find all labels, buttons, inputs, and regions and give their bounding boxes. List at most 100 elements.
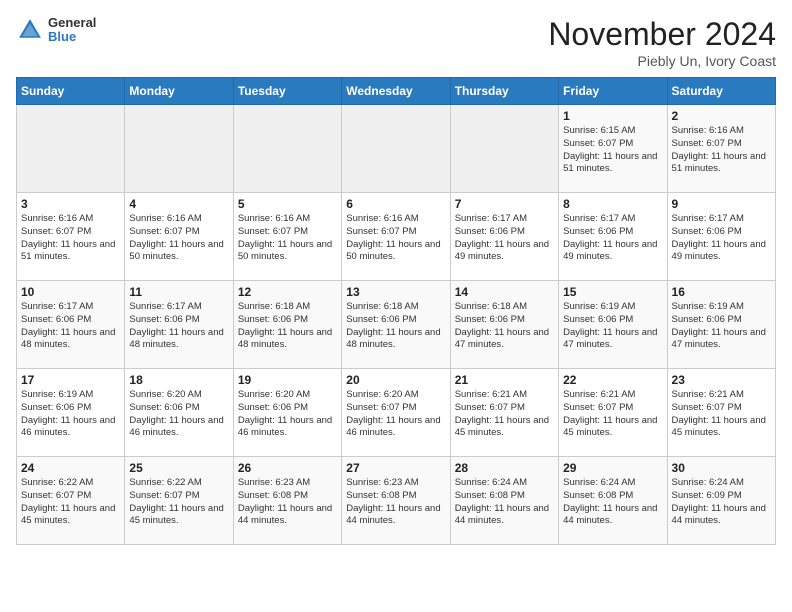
calendar-cell: 19Sunrise: 6:20 AM Sunset: 6:06 PM Dayli… <box>233 369 341 457</box>
weekday-header-saturday: Saturday <box>667 78 775 105</box>
day-info: Sunrise: 6:22 AM Sunset: 6:07 PM Dayligh… <box>129 477 228 528</box>
day-info: Sunrise: 6:15 AM Sunset: 6:07 PM Dayligh… <box>563 125 662 176</box>
calendar-cell: 3Sunrise: 6:16 AM Sunset: 6:07 PM Daylig… <box>17 193 125 281</box>
page-header: General Blue November 2024 Piebly Un, Iv… <box>16 16 776 69</box>
day-info: Sunrise: 6:17 AM Sunset: 6:06 PM Dayligh… <box>563 213 662 264</box>
calendar-cell: 9Sunrise: 6:17 AM Sunset: 6:06 PM Daylig… <box>667 193 775 281</box>
logo-general: General <box>48 16 96 30</box>
calendar-cell: 18 Sunrise: 6:20 AM Sunset: 6:06 PM Dayli… <box>125 369 233 457</box>
calendar-cell: 15 Sunrise: 6:19 AM Sunset: 6:06 PM Dayli… <box>559 281 667 369</box>
day-info: Sunrise: 6:24 AM Sunset: 6:08 PM Dayligh… <box>455 477 554 528</box>
calendar-week-row: 1 Sunrise: 6:15 AM Sunset: 6:07 PM Daylig… <box>17 105 776 193</box>
day-number: 1 <box>563 109 662 123</box>
day-number: 17 <box>21 373 120 387</box>
calendar-week-row: 24 Sunrise: 6:22 AM Sunset: 6:07 PM Dayli… <box>17 457 776 545</box>
day-info: Sunrise: 6:19 AM Sunset: 6:06 PM Dayligh… <box>21 389 120 440</box>
calendar-week-row: 3Sunrise: 6:16 AM Sunset: 6:07 PM Daylig… <box>17 193 776 281</box>
day-number: 26 <box>238 461 337 475</box>
day-number: 5 <box>238 197 337 211</box>
calendar-cell: 5 Sunrise: 6:16 AM Sunset: 6:07 PM Daylig… <box>233 193 341 281</box>
day-number: 27 <box>346 461 445 475</box>
day-info: Sunrise: 6:17 AM Sunset: 6:06 PM Dayligh… <box>21 301 120 352</box>
calendar-cell: 30 Sunrise: 6:24 AM Sunset: 6:09 PM Dayli… <box>667 457 775 545</box>
calendar-cell: 11 Sunrise: 6:17 AM Sunset: 6:06 PM Dayli… <box>125 281 233 369</box>
calendar-cell <box>342 105 450 193</box>
day-number: 22 <box>563 373 662 387</box>
day-number: 25 <box>129 461 228 475</box>
day-info: Sunrise: 6:18 AM Sunset: 6:06 PM Dayligh… <box>455 301 554 352</box>
day-info: Sunrise: 6:21 AM Sunset: 6:07 PM Dayligh… <box>672 389 771 440</box>
day-info: Sunrise: 6:16 AM Sunset: 6:07 PM Dayligh… <box>672 125 771 176</box>
logo: General Blue <box>16 16 96 45</box>
day-number: 20 <box>346 373 445 387</box>
calendar-cell: 21Sunrise: 6:21 AM Sunset: 6:07 PM Dayli… <box>450 369 558 457</box>
weekday-header-tuesday: Tuesday <box>233 78 341 105</box>
calendar-body: 1 Sunrise: 6:15 AM Sunset: 6:07 PM Daylig… <box>17 105 776 545</box>
calendar-cell: 7Sunrise: 6:17 AM Sunset: 6:06 PM Daylig… <box>450 193 558 281</box>
day-number: 19 <box>238 373 337 387</box>
day-info: Sunrise: 6:16 AM Sunset: 6:07 PM Dayligh… <box>346 213 445 264</box>
weekday-header-thursday: Thursday <box>450 78 558 105</box>
day-number: 16 <box>672 285 771 299</box>
day-number: 21 <box>455 373 554 387</box>
day-number: 15 <box>563 285 662 299</box>
calendar-cell: 26Sunrise: 6:23 AM Sunset: 6:08 PM Dayli… <box>233 457 341 545</box>
calendar-cell: 14 Sunrise: 6:18 AM Sunset: 6:06 PM Dayli… <box>450 281 558 369</box>
calendar-week-row: 17 Sunrise: 6:19 AM Sunset: 6:06 PM Dayli… <box>17 369 776 457</box>
calendar-cell: 29Sunrise: 6:24 AM Sunset: 6:08 PM Dayli… <box>559 457 667 545</box>
calendar-cell: 23Sunrise: 6:21 AM Sunset: 6:07 PM Dayli… <box>667 369 775 457</box>
calendar-cell <box>125 105 233 193</box>
day-number: 10 <box>21 285 120 299</box>
day-number: 8 <box>563 197 662 211</box>
logo-icon <box>16 16 44 44</box>
calendar-cell: 28 Sunrise: 6:24 AM Sunset: 6:08 PM Dayli… <box>450 457 558 545</box>
calendar-cell <box>233 105 341 193</box>
calendar-cell: 16Sunrise: 6:19 AM Sunset: 6:06 PM Dayli… <box>667 281 775 369</box>
weekday-header-wednesday: Wednesday <box>342 78 450 105</box>
calendar-cell: 20Sunrise: 6:20 AM Sunset: 6:07 PM Dayli… <box>342 369 450 457</box>
month-title: November 2024 <box>548 16 776 53</box>
calendar-cell: 4 Sunrise: 6:16 AM Sunset: 6:07 PM Daylig… <box>125 193 233 281</box>
day-info: Sunrise: 6:16 AM Sunset: 6:07 PM Dayligh… <box>238 213 337 264</box>
day-info: Sunrise: 6:23 AM Sunset: 6:08 PM Dayligh… <box>346 477 445 528</box>
calendar-cell: 6 Sunrise: 6:16 AM Sunset: 6:07 PM Daylig… <box>342 193 450 281</box>
day-number: 14 <box>455 285 554 299</box>
day-number: 13 <box>346 285 445 299</box>
day-info: Sunrise: 6:24 AM Sunset: 6:09 PM Dayligh… <box>672 477 771 528</box>
calendar-cell: 17 Sunrise: 6:19 AM Sunset: 6:06 PM Dayli… <box>17 369 125 457</box>
day-info: Sunrise: 6:17 AM Sunset: 6:06 PM Dayligh… <box>455 213 554 264</box>
calendar-cell <box>17 105 125 193</box>
weekday-header-friday: Friday <box>559 78 667 105</box>
day-info: Sunrise: 6:16 AM Sunset: 6:07 PM Dayligh… <box>129 213 228 264</box>
calendar-cell: 1 Sunrise: 6:15 AM Sunset: 6:07 PM Daylig… <box>559 105 667 193</box>
title-block: November 2024 Piebly Un, Ivory Coast <box>548 16 776 69</box>
calendar-cell <box>450 105 558 193</box>
location-subtitle: Piebly Un, Ivory Coast <box>548 53 776 69</box>
day-info: Sunrise: 6:17 AM Sunset: 6:06 PM Dayligh… <box>129 301 228 352</box>
weekday-header-sunday: Sunday <box>17 78 125 105</box>
day-number: 4 <box>129 197 228 211</box>
calendar-table: SundayMondayTuesdayWednesdayThursdayFrid… <box>16 77 776 545</box>
logo-blue: Blue <box>48 30 96 44</box>
logo-text: General Blue <box>48 16 96 45</box>
calendar-cell: 12Sunrise: 6:18 AM Sunset: 6:06 PM Dayli… <box>233 281 341 369</box>
day-info: Sunrise: 6:22 AM Sunset: 6:07 PM Dayligh… <box>21 477 120 528</box>
day-info: Sunrise: 6:19 AM Sunset: 6:06 PM Dayligh… <box>563 301 662 352</box>
day-number: 28 <box>455 461 554 475</box>
calendar-cell: 22 Sunrise: 6:21 AM Sunset: 6:07 PM Dayli… <box>559 369 667 457</box>
day-info: Sunrise: 6:16 AM Sunset: 6:07 PM Dayligh… <box>21 213 120 264</box>
weekday-header-row: SundayMondayTuesdayWednesdayThursdayFrid… <box>17 78 776 105</box>
day-number: 6 <box>346 197 445 211</box>
day-info: Sunrise: 6:20 AM Sunset: 6:06 PM Dayligh… <box>129 389 228 440</box>
day-number: 12 <box>238 285 337 299</box>
day-info: Sunrise: 6:21 AM Sunset: 6:07 PM Dayligh… <box>563 389 662 440</box>
day-number: 18 <box>129 373 228 387</box>
day-number: 24 <box>21 461 120 475</box>
calendar-week-row: 10 Sunrise: 6:17 AM Sunset: 6:06 PM Dayli… <box>17 281 776 369</box>
day-number: 30 <box>672 461 771 475</box>
day-number: 2 <box>672 109 771 123</box>
day-number: 9 <box>672 197 771 211</box>
calendar-cell: 13Sunrise: 6:18 AM Sunset: 6:06 PM Dayli… <box>342 281 450 369</box>
calendar-cell: 24 Sunrise: 6:22 AM Sunset: 6:07 PM Dayli… <box>17 457 125 545</box>
day-number: 11 <box>129 285 228 299</box>
